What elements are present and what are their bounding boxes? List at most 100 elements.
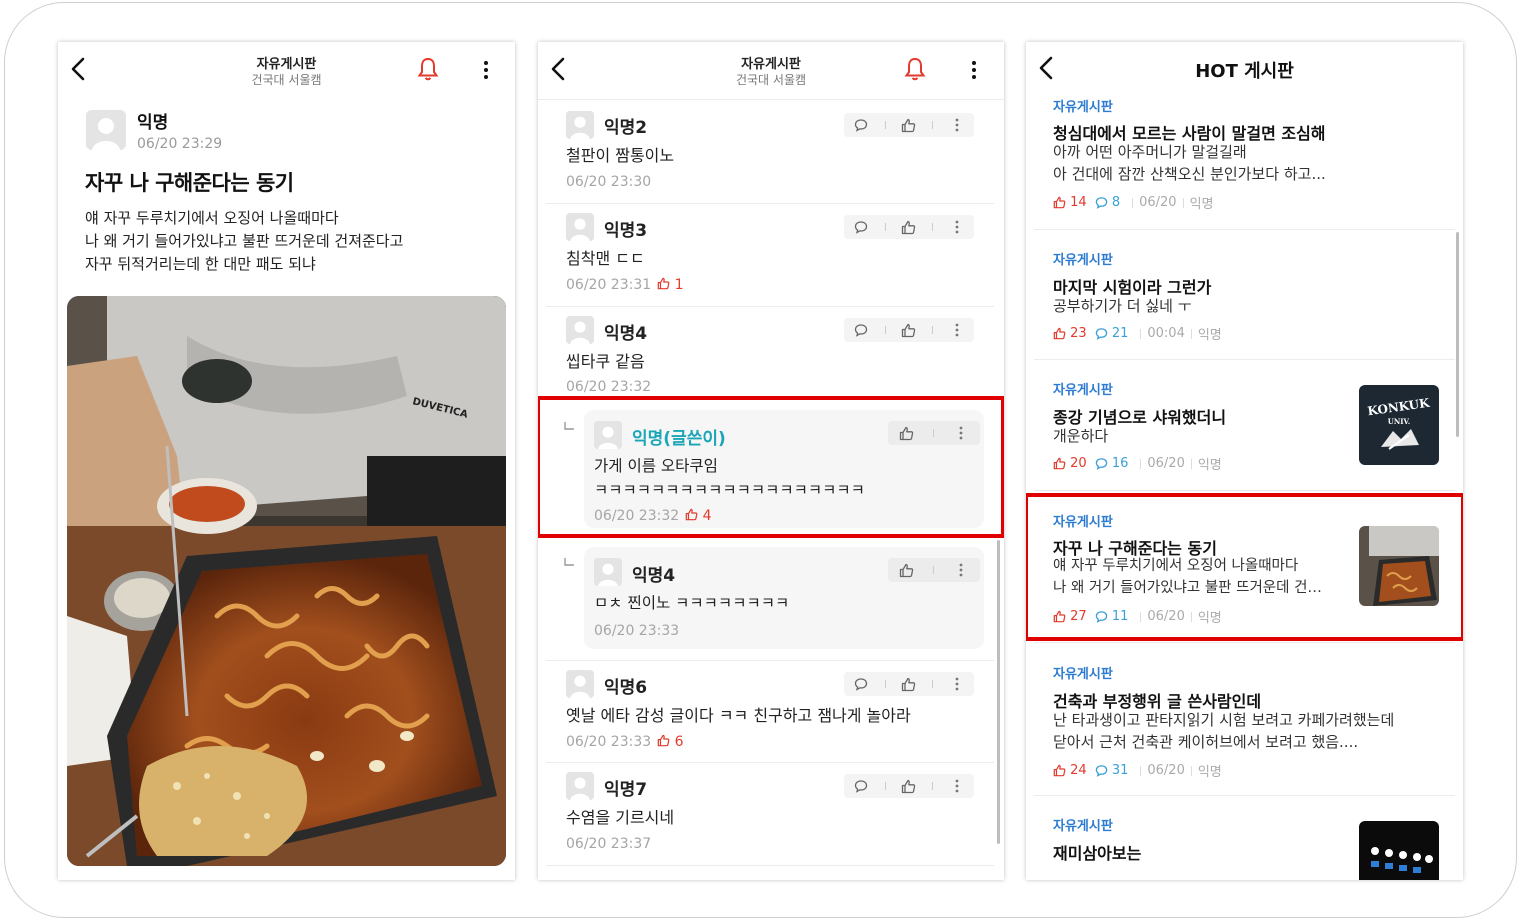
divider — [884, 326, 886, 334]
divider — [1140, 765, 1142, 776]
comment-author: 익명3 — [604, 221, 648, 241]
comment-avatar — [594, 558, 622, 586]
likes: 20 — [1053, 456, 1087, 471]
thumbs-up-icon[interactable] — [898, 320, 920, 340]
likes-count: 23 — [1070, 326, 1087, 341]
highlight-box — [538, 396, 1004, 538]
post-view-screen: 자유게시판 건국대 서울캠 익명 06/20 23:29 자꾸 나 구해준다는 … — [58, 42, 515, 880]
thumbs-up-icon — [1053, 764, 1066, 777]
divider — [884, 223, 886, 231]
comment-date-text: 06/20 23:30 — [566, 174, 652, 190]
comments-count: 31 — [1111, 763, 1129, 778]
default-avatar-icon — [566, 670, 594, 698]
more-vertical-icon[interactable] — [946, 776, 968, 796]
divider — [933, 566, 935, 574]
hot-post-item[interactable]: 자유게시판 마지막 시험이라 그런가 공부하기가 더 싫네 ㅜ 23 21 00… — [1034, 230, 1455, 360]
board-title: 자유게시판 — [741, 57, 801, 72]
comment-item: 익명6 옛날 에타 감성 글이다 ㅋㅋ 친구하고 잼나게 놀아라 06/20 2… — [546, 660, 994, 763]
reply-bubble-icon[interactable] — [850, 217, 872, 237]
likes-count: 14 — [1070, 195, 1087, 210]
scrollbar[interactable] — [997, 540, 1000, 844]
divider — [932, 782, 934, 790]
bell-icon[interactable] — [416, 56, 440, 82]
more-vertical-icon[interactable] — [476, 57, 496, 83]
hot-post-meta: 20 16 06/20 익명 — [1053, 454, 1222, 473]
divider — [1190, 765, 1192, 776]
more-vertical-icon[interactable] — [946, 217, 968, 237]
comment-author: 익명2 — [604, 118, 648, 138]
hot-post-item[interactable]: 자유게시판 건축과 부정행위 글 쓴사람인데 난 타과생이고 판타지읽기 시험 … — [1034, 642, 1455, 796]
more-vertical-icon[interactable] — [946, 115, 968, 135]
comment-date: 06/20 23:32 — [566, 379, 651, 395]
more-vertical-icon[interactable] — [946, 674, 968, 694]
reply-bubble-icon[interactable] — [850, 320, 872, 340]
divider — [932, 223, 934, 231]
post-date: 06/20 — [1139, 195, 1177, 210]
comment-date-text: 06/20 23:32 — [566, 379, 652, 395]
divider — [1140, 458, 1142, 469]
thumbs-up-icon — [657, 734, 670, 747]
reply-bubble-icon[interactable] — [850, 776, 872, 796]
hot-post-item[interactable]: 자유게시판 종강 기념으로 샤워했더니 개운하다 20 16 06/20 익명 … — [1034, 360, 1455, 491]
page-title: HOT 게시판 — [1195, 61, 1294, 82]
comment-item: 익명7 수염을 기르시네 06/20 23:37 — [546, 763, 994, 866]
reply-actions — [888, 558, 980, 582]
more-vertical-icon[interactable] — [946, 320, 968, 340]
likes: 14 — [1053, 195, 1087, 210]
post-body: 얘 자꾸 두루치기에서 오징어 나올때마다 나 왜 거기 들어가있냐고 불판 뜨… — [85, 209, 404, 273]
comment-date-text: 06/20 23:33 — [594, 623, 680, 639]
comment-avatar — [566, 772, 594, 800]
hot-post-item[interactable]: 자유게시판 청심대에서 모르는 사람이 말걸면 조심해 아까 어떤 아주머니가 … — [1034, 94, 1455, 230]
comment-avatar — [566, 670, 594, 698]
bell-icon[interactable] — [903, 56, 927, 82]
comment-text: 침착맨 ㄷㄷ — [566, 249, 645, 268]
more-vertical-icon[interactable] — [964, 57, 984, 83]
post-author: 익명 — [1189, 197, 1214, 212]
board-title: 자유게시판 — [256, 57, 317, 72]
reply-bubble-icon[interactable] — [850, 115, 872, 135]
thumbs-up-icon[interactable] — [898, 776, 920, 796]
divider — [1140, 328, 1142, 339]
scrollbar[interactable] — [1456, 232, 1459, 437]
divider — [1190, 328, 1192, 339]
comment-text: 철판이 짬통이노 — [566, 146, 675, 165]
post-author: 익명 — [1197, 458, 1222, 473]
board-tag: 자유게시판 — [1053, 667, 1113, 682]
comment-bubble-icon — [1095, 197, 1107, 209]
comment-actions — [844, 774, 974, 798]
comments-screen: 자유게시판 건국대 서울캠 익명2 철판이 짬통이노 06/20 23:30 익… — [538, 42, 1004, 880]
hot-post-body: 난 타과생이고 판타지읽기 시험 보려고 카페가려했는데 닫아서 근처 건축관 … — [1053, 711, 1395, 751]
comment-date: 06/20 23:30 — [566, 174, 651, 190]
post-thumbnail: KONKUK UNIV. — [1359, 385, 1439, 465]
comment-actions — [844, 318, 974, 342]
comment-date: 06/20 23:31 1 — [566, 277, 684, 293]
thumb-text-univ: UNIV. — [1388, 417, 1410, 426]
likes-count: 20 — [1070, 456, 1087, 471]
comment-date-text: 06/20 23:37 — [566, 836, 652, 852]
comment-item: 익명3 침착맨 ㄷㄷ 06/20 23:31 1 — [546, 204, 994, 307]
thumbs-up-icon[interactable] — [896, 560, 918, 580]
thumbs-up-icon[interactable] — [898, 217, 920, 237]
reply-bubble-icon[interactable] — [850, 674, 872, 694]
hot-post-item[interactable]: 자유게시판 재미삼아보는 — [1034, 796, 1455, 880]
comment-bubble-icon — [1095, 458, 1107, 470]
likes: 23 — [1053, 326, 1087, 341]
thumbs-up-icon[interactable] — [898, 674, 920, 694]
board-tag: 자유게시판 — [1053, 819, 1113, 834]
more-vertical-icon[interactable] — [950, 560, 972, 580]
hot-post-title: 재미삼아보는 — [1053, 844, 1142, 863]
comments-header: 자유게시판 건국대 서울캠 — [538, 42, 1004, 100]
default-avatar-icon — [594, 558, 622, 586]
default-avatar-icon — [566, 772, 594, 800]
likes: 24 — [1053, 763, 1087, 778]
post-author: 익명 — [1197, 765, 1222, 780]
divider — [1190, 458, 1192, 469]
likes-count: 24 — [1070, 763, 1087, 778]
post-photo[interactable]: DUVETICA — [67, 296, 506, 866]
reply-item: 익명4 ㅁㅊ 찐이노 ㅋㅋㅋㅋㅋㅋㅋㅋ 06/20 23:33 — [584, 547, 984, 649]
comment-author: 익명7 — [604, 780, 648, 800]
comments: 21 — [1095, 326, 1128, 341]
post-date: 00:04 — [1147, 326, 1185, 341]
highlight-box — [1026, 493, 1463, 641]
thumbs-up-icon[interactable] — [898, 115, 920, 135]
